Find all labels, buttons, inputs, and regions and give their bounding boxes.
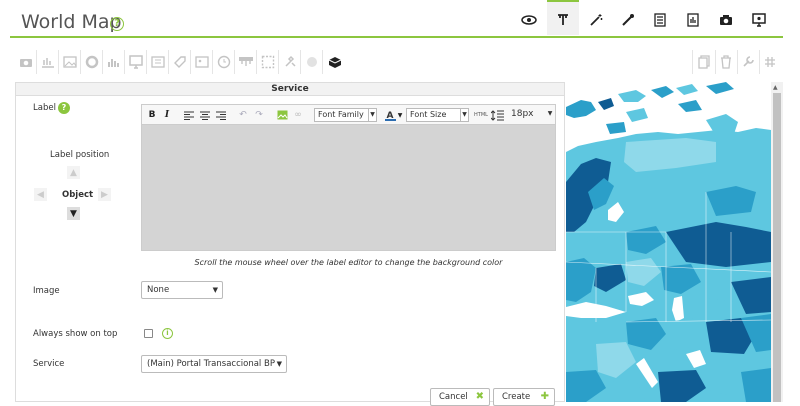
service-select[interactable]: (Main) Portal Transaccional BP ▼ [141,355,287,373]
selection-icon[interactable] [259,54,277,70]
always-on-top-label: Always show on top [33,329,118,339]
sphere-icon[interactable] [303,54,321,70]
italic-button[interactable]: I [162,108,172,122]
service-label: Service [33,359,65,369]
wand-icon[interactable] [618,10,638,30]
insert-image-icon[interactable] [276,108,288,122]
chart-icon[interactable] [39,54,57,70]
arrow-up-icon[interactable]: ▲ [67,166,80,179]
circle-icon[interactable] [83,54,101,70]
bold-button[interactable]: B [147,108,157,122]
link-icon[interactable]: ∞ [292,108,304,122]
header: World Map ? [0,0,800,40]
position-value: Object [62,190,94,200]
scroll-up-icon[interactable]: ▲ [773,84,778,91]
settings-icon[interactable] [739,54,757,70]
font-color-dropdown-icon[interactable]: ▼ [396,108,404,122]
info-icon[interactable]: i [162,328,173,339]
monitor-icon[interactable] [749,10,769,30]
redo-icon[interactable]: ↷ [253,108,265,122]
list-icon[interactable] [650,10,670,30]
line-height-icon[interactable] [490,108,504,122]
monitor-icon[interactable] [127,54,145,70]
copy-icon[interactable] [695,54,713,70]
label-help-icon[interactable]: ? [58,102,70,114]
clock-icon[interactable] [215,54,233,70]
map-scrollbar[interactable]: ▲ [771,82,783,402]
editor-hint: Scroll the mouse wheel over the label ed… [194,258,503,267]
font-family-select[interactable]: Font Family ▼ [314,108,377,122]
align-center-icon[interactable] [199,108,211,122]
help-icon[interactable]: ? [110,17,124,31]
report-icon[interactable] [683,10,703,30]
camera-icon[interactable] [716,10,736,30]
line-height-select[interactable]: 18px ▼ [508,108,554,122]
image-icon[interactable] [61,54,79,70]
magic-wand-icon[interactable] [586,10,606,30]
tag-icon[interactable] [171,54,189,70]
label-position-label: Label position [50,150,110,160]
font-size-select[interactable]: Font Size ▼ [406,108,469,122]
image-select[interactable]: None ▼ [141,281,223,299]
box-icon[interactable] [149,54,167,70]
trash-icon[interactable] [717,54,735,70]
font-color-icon[interactable]: A [384,108,396,122]
network-icon[interactable] [237,54,255,70]
view-icon[interactable] [519,10,539,30]
always-on-top-checkbox[interactable] [144,329,153,338]
editor-toolbar: B I ↶ ↷ ∞ Font Family▼ A ▼ Font Size▼ [142,105,555,125]
picture-icon[interactable] [193,54,211,70]
text-tool-icon[interactable] [547,0,579,35]
image-label: Image [33,286,60,296]
grid-icon[interactable] [761,54,779,70]
label-editor[interactable]: B I ↶ ↷ ∞ Font Family▼ A ▼ Font Size▼ [141,104,556,251]
arrow-down-icon[interactable]: ▼ [67,207,80,220]
align-left-icon[interactable] [183,108,195,122]
cloud-icon[interactable] [326,54,344,70]
bar-chart-icon[interactable] [105,54,123,70]
arrow-right-icon[interactable]: ▶ [98,188,111,201]
cancel-button[interactable]: Cancel ✖ [430,388,490,406]
camera-icon[interactable] [17,54,35,70]
toolbar: ★ [0,40,800,92]
undo-icon[interactable]: ↶ [237,108,249,122]
html-icon[interactable]: HTML [474,108,488,122]
panel-title: Service [16,83,564,96]
world-map[interactable] [566,82,771,402]
create-button[interactable]: Create ✚ [493,388,555,406]
service-panel: Service Label ? Label position ▲ ◀ Objec… [15,82,565,406]
wrench-icon[interactable] [281,54,299,70]
arrow-left-icon[interactable]: ◀ [34,188,47,201]
page-title: World Map [21,11,122,33]
label-field-label: Label [33,103,56,113]
scrollbar-thumb[interactable] [773,93,781,402]
header-underline [10,36,783,38]
align-right-icon[interactable] [215,108,227,122]
